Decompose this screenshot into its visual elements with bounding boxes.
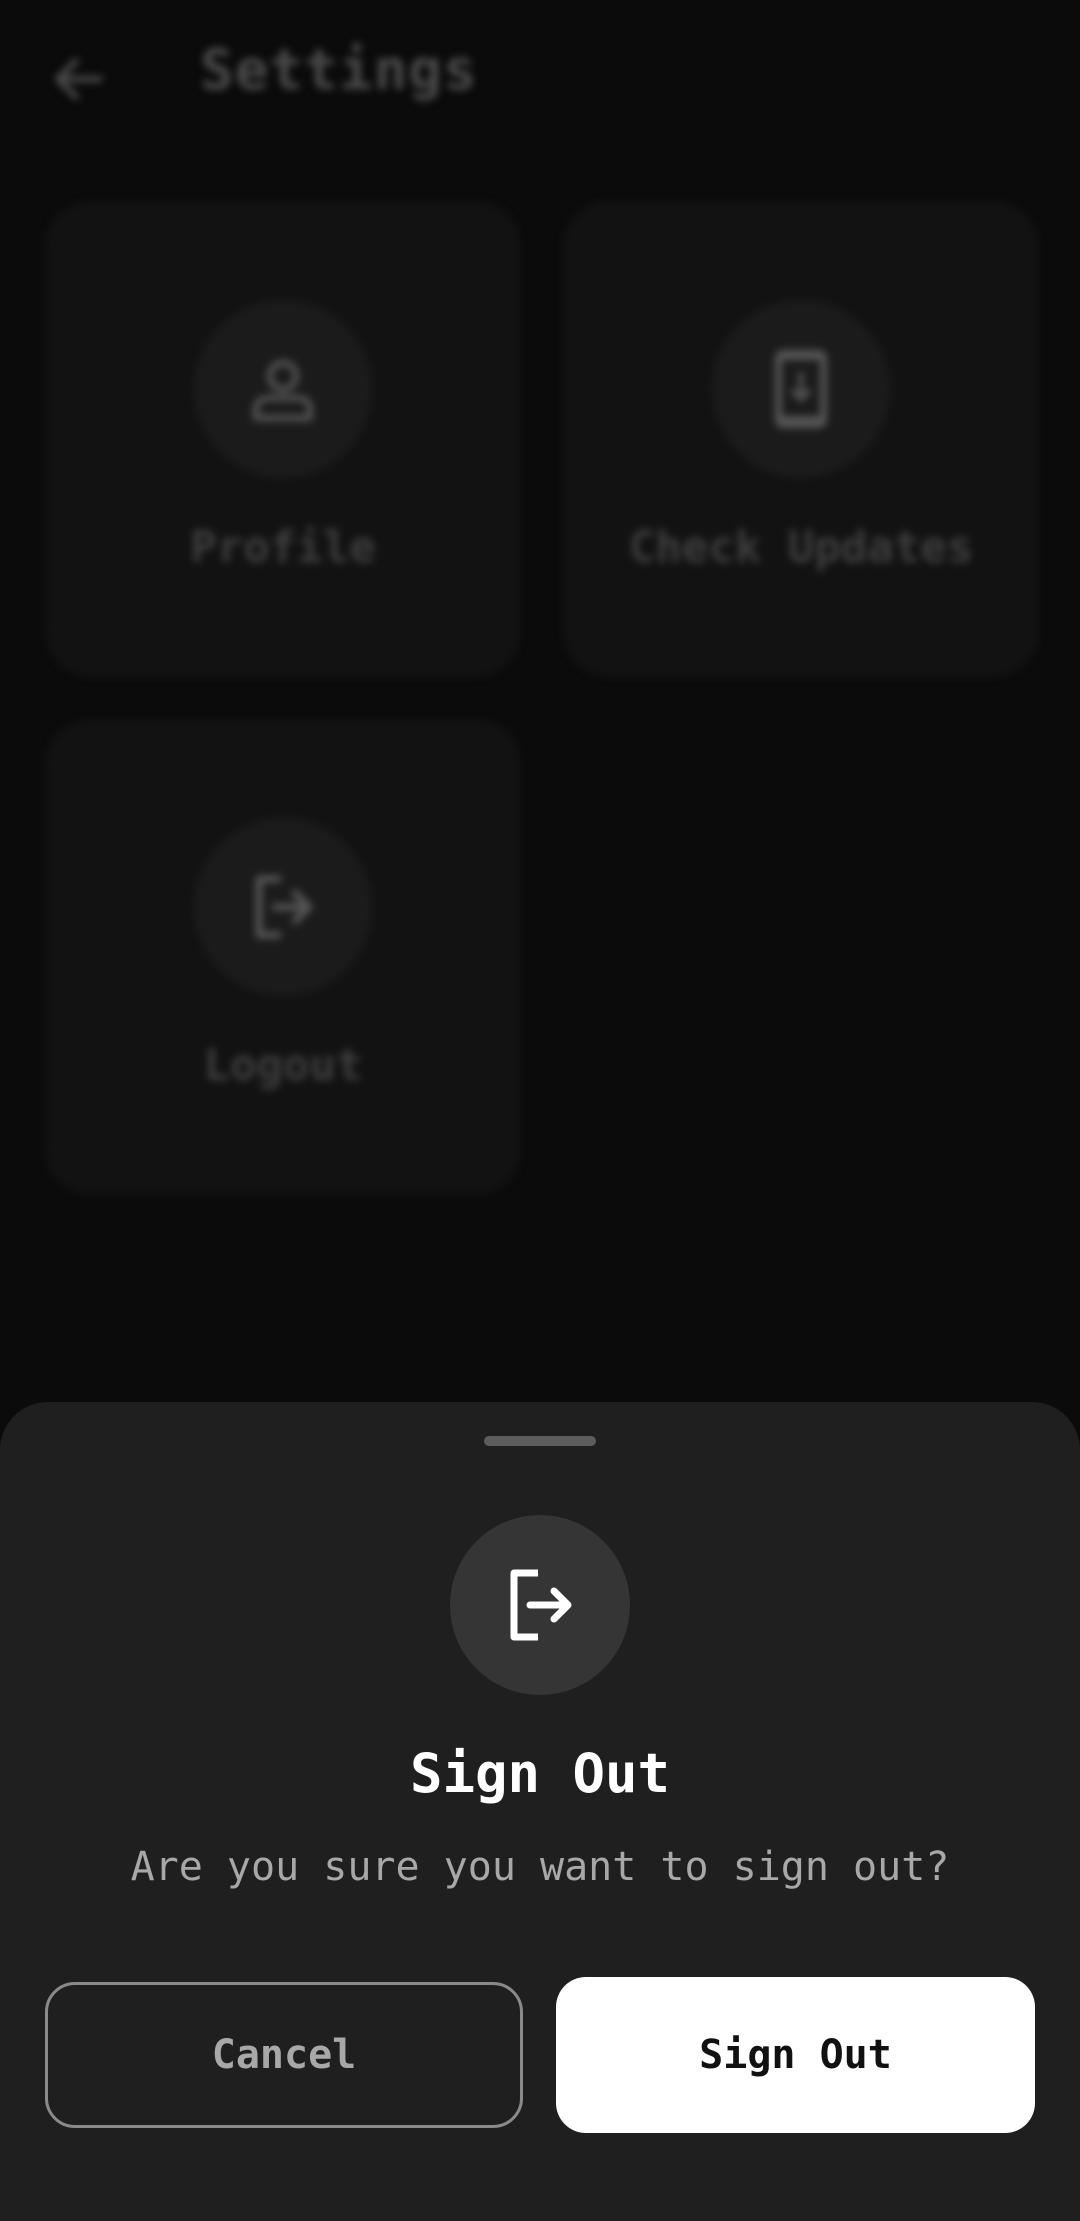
profile-card[interactable]: Profile [46, 202, 520, 676]
logout-card[interactable]: Logout [46, 720, 520, 1194]
check-updates-card[interactable]: Check Updates [564, 202, 1038, 676]
logout-icon-circle [194, 818, 372, 996]
logout-card-label: Logout [203, 1040, 363, 1091]
sign-out-button[interactable]: Sign Out [556, 1977, 1035, 2133]
sheet-drag-handle[interactable] [484, 1436, 596, 1446]
sign-out-bottom-sheet: Sign Out Are you sure you want to sign o… [0, 1402, 1080, 2221]
logout-icon [255, 875, 313, 939]
check-updates-icon-circle [712, 300, 890, 478]
profile-card-label: Profile [190, 522, 376, 573]
sheet-message: Are you sure you want to sign out? [130, 1844, 950, 1890]
page-title: Settings [200, 38, 478, 103]
check-updates-card-label: Check Updates [628, 522, 974, 573]
phone-download-icon [775, 350, 827, 428]
profile-icon-circle [194, 300, 372, 478]
logout-icon [510, 1569, 572, 1641]
top-app-bar: Settings [0, 0, 1080, 150]
person-icon [253, 360, 313, 421]
arrow-left-icon[interactable] [50, 55, 106, 103]
sheet-title: Sign Out [409, 1742, 671, 1805]
sheet-icon-circle [450, 1515, 630, 1695]
cancel-button[interactable]: Cancel [45, 1982, 523, 2128]
